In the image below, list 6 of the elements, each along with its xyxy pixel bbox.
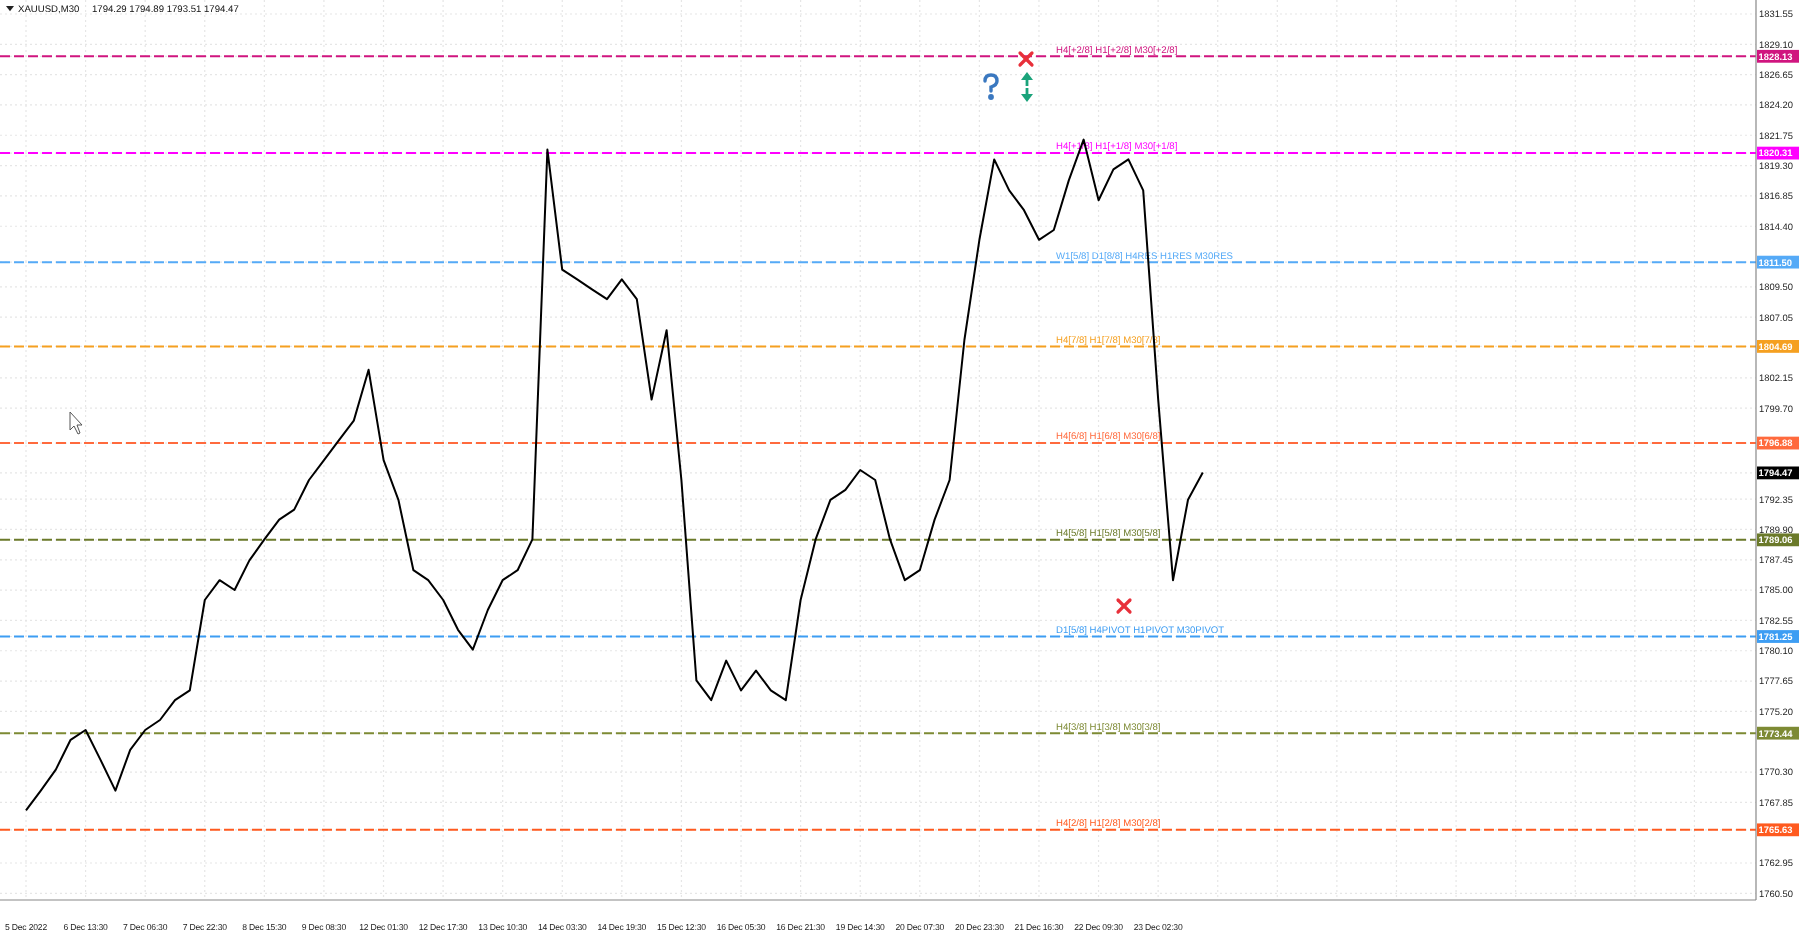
question-mark-icon bbox=[983, 73, 999, 100]
sell-mark-icon bbox=[1116, 598, 1132, 614]
up-down-arrows-icon bbox=[1021, 72, 1033, 102]
sell-mark-icon bbox=[1018, 51, 1034, 67]
cursor-icon bbox=[69, 411, 83, 435]
collapse-arrow-icon[interactable] bbox=[6, 6, 14, 12]
